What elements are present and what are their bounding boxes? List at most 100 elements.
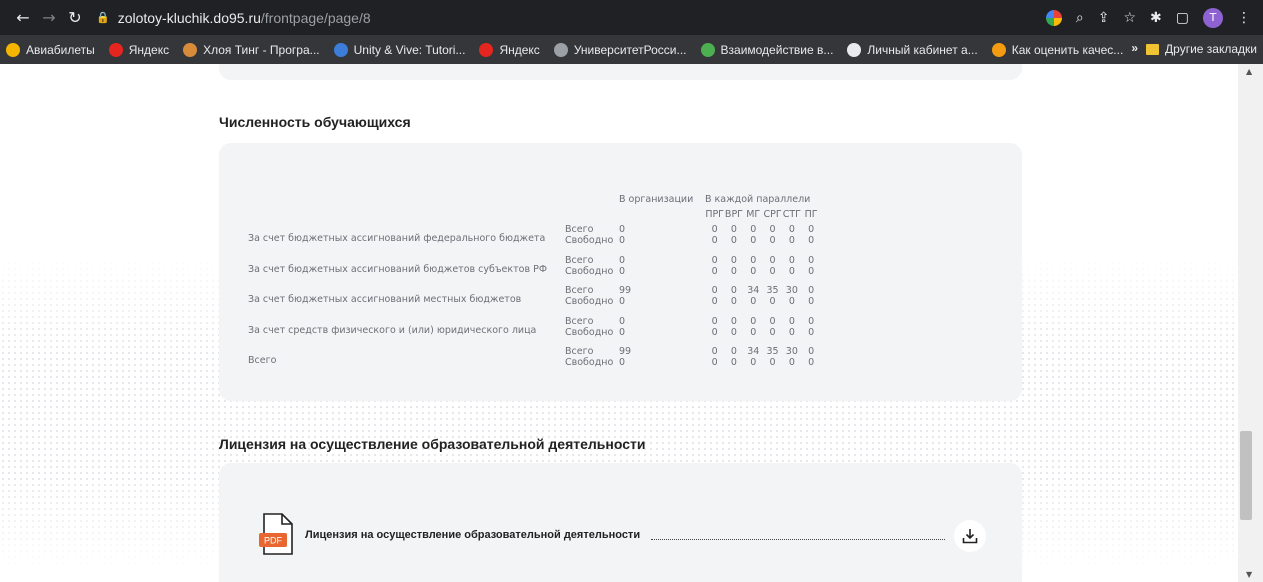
parallel-value: 0 — [769, 357, 776, 369]
scroll-up-icon[interactable]: ▲ — [1246, 67, 1252, 76]
share-icon[interactable]: ⇪ — [1098, 10, 1110, 26]
bookmark-item[interactable]: Личный кабинет а... — [847, 42, 978, 57]
section-title-students: Численность обучающихся — [219, 114, 411, 130]
parallel-value: 30 — [785, 346, 798, 358]
row-label: Всего — [248, 355, 277, 367]
address-bar[interactable]: 🔒 zolotoy-kluchik.do95.ru/frontpage/page… — [96, 4, 371, 31]
bookmark-item[interactable]: УниверситетРосси... — [553, 42, 687, 57]
previous-card-bottom — [219, 64, 1022, 80]
parallel-value: 0 — [769, 315, 776, 327]
parallel-value: 0 — [750, 326, 757, 338]
row-org-free: 0 — [619, 326, 626, 338]
profile-avatar[interactable]: T — [1203, 7, 1223, 28]
parallel-value: 0 — [769, 265, 776, 277]
parallel-value: 0 — [808, 235, 815, 246]
bookmark-item[interactable]: Хлоя Тинг - Програ... — [183, 42, 320, 57]
parallel-value: 0 — [769, 235, 776, 246]
url-path: /frontpage/page/8 — [260, 9, 371, 26]
forward-arrow-icon[interactable]: → — [36, 8, 62, 27]
row-kind-total: Всего — [565, 285, 594, 297]
row-org-total: 0 — [619, 315, 626, 327]
browser-toolbar: ← → ↻ 🔒 zolotoy-kluchik.do95.ru/frontpag… — [0, 0, 1263, 35]
row-kind-total: Всего — [565, 254, 594, 266]
parallel-value: 0 — [730, 265, 737, 277]
url-host: zolotoy-kluchik.do95.ru — [117, 9, 261, 26]
bookmark-item[interactable]: Яндекс — [108, 42, 169, 57]
parallel-value: 0 — [808, 285, 815, 297]
scroll-down-icon[interactable]: ▼ — [1246, 570, 1252, 579]
bookmark-item[interactable]: Взаимодействие в... — [700, 42, 833, 57]
parallel-value: 0 — [769, 296, 776, 308]
parallel-value: 0 — [730, 285, 737, 297]
bookmark-item[interactable]: Unity & Vive: Tutori... — [333, 42, 465, 57]
bookmark-2-icon — [183, 42, 198, 57]
zoom-icon[interactable]: ⌕ — [1076, 10, 1084, 26]
google-icon[interactable] — [1045, 9, 1062, 26]
other-bookmarks[interactable]: Другие закладки — [1146, 42, 1257, 56]
parallel-value: 0 — [808, 315, 815, 327]
license-document-link[interactable]: Лицензия на осуществление образовательно… — [305, 529, 640, 541]
vertical-scrollbar[interactable]: ▲ ▼ — [1238, 64, 1263, 582]
parallel-value: 0 — [730, 254, 737, 266]
parallel-value: 0 — [711, 265, 718, 277]
sidepanel-icon[interactable]: ▢ — [1176, 10, 1189, 26]
bookmark-4-icon — [479, 42, 494, 57]
row-kind-total: Всего — [565, 315, 594, 327]
parallel-value: 34 — [747, 285, 760, 297]
menu-dots-icon[interactable]: ⋮ — [1237, 10, 1251, 26]
parallel-value: 0 — [808, 326, 815, 338]
header-in-each-parallel: В каждой параллели — [705, 194, 811, 205]
students-stats-card: В организации В каждой параллели ПРГ ВРГ… — [219, 143, 1022, 401]
scroll-thumb[interactable] — [1240, 431, 1252, 520]
bookmark-7-icon — [847, 42, 862, 57]
parallel-value: 0 — [730, 315, 737, 327]
row-parallel-values: 000000 — [705, 255, 821, 266]
back-arrow-icon[interactable]: ← — [10, 8, 36, 27]
download-button[interactable] — [954, 520, 986, 552]
row-label: За счет бюджетных ассигнований федеральн… — [248, 233, 546, 244]
parallel-value: 0 — [788, 235, 795, 246]
download-icon — [962, 529, 978, 544]
bookmark-0-icon — [6, 42, 20, 57]
reload-icon[interactable]: ↻ — [62, 8, 88, 27]
row-kind-free: Свободно — [565, 296, 614, 308]
parallel-value: 0 — [788, 296, 795, 308]
parallel-value: 0 — [769, 224, 776, 235]
parallel-value: 0 — [730, 296, 737, 308]
parallel-value: 0 — [808, 296, 815, 308]
row-org-free: 0 — [619, 296, 626, 308]
row-label: За счет бюджетных ассигнований местных б… — [248, 294, 522, 306]
parallel-value: 0 — [750, 254, 757, 266]
row-org-free: 0 — [619, 235, 626, 246]
svg-text:PDF: PDF — [264, 536, 283, 546]
bookmark-5-icon — [553, 42, 568, 57]
extensions-icon[interactable]: ✱ — [1150, 10, 1162, 26]
pdf-file-icon: PDF — [259, 513, 293, 555]
bookmark-3-icon — [333, 42, 348, 57]
row-kind-free: Свободно — [565, 326, 614, 338]
row-label: За счет средств физического и (или) юрид… — [248, 324, 537, 336]
parallel-value: 0 — [711, 315, 718, 327]
row-org-free: 0 — [619, 357, 626, 369]
bookmarks-bar: Авиабилеты Яндекс Хлоя Тинг - Програ... … — [0, 35, 1263, 64]
bookmark-item[interactable]: Яндекс — [479, 42, 540, 57]
row-org-total: 0 — [619, 254, 626, 266]
parallel-value: 0 — [788, 357, 795, 369]
bookmark-item[interactable]: Авиабилеты — [6, 42, 95, 57]
row-parallel-values: 000000 — [705, 224, 821, 235]
parallel-value: 0 — [808, 357, 815, 369]
parallel-value: 0 — [711, 346, 718, 358]
bookmarks-overflow-button[interactable]: » — [1131, 41, 1138, 55]
parallel-value: 0 — [711, 296, 718, 308]
parallel-value: 0 — [730, 346, 737, 358]
parallel-value: 35 — [766, 285, 779, 297]
bookmark-star-icon[interactable]: ☆ — [1123, 10, 1136, 26]
parallel-value: 0 — [750, 224, 757, 235]
row-kind-free: Свободно — [565, 235, 614, 246]
bookmark-1-icon — [108, 42, 123, 57]
license-card: PDF Лицензия на осуществление образовате… — [219, 463, 1022, 582]
row-org-total: 99 — [619, 285, 632, 297]
parallel-value: 0 — [769, 254, 776, 266]
row-org-total: 0 — [619, 224, 626, 235]
bookmark-item[interactable]: Как оценить качес... — [991, 42, 1123, 57]
